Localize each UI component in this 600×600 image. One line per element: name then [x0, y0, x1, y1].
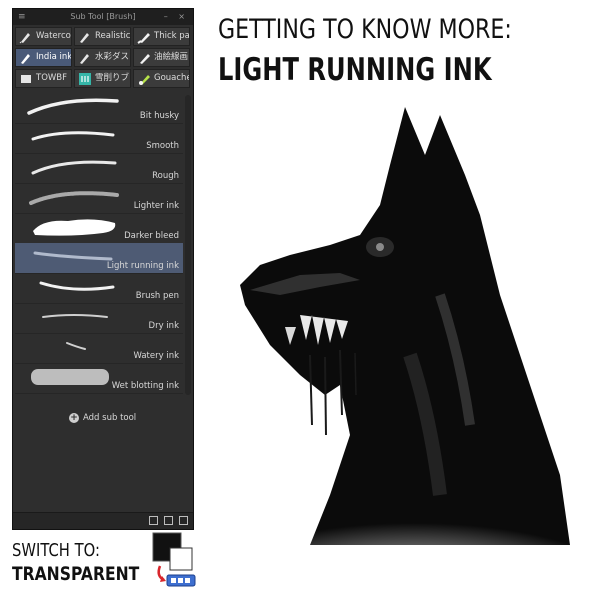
- duplicate-icon[interactable]: [164, 516, 173, 525]
- brush-item-wet-blotting-ink[interactable]: Wet blotting ink: [15, 363, 183, 394]
- pen-nib-icon: [19, 33, 30, 44]
- brush-item-watery-ink[interactable]: Watery ink: [15, 333, 183, 364]
- tab-label: Waterco: [36, 31, 71, 41]
- brush-stroke-preview: [39, 281, 115, 291]
- heading-line-1: GETTING TO KNOW MORE:: [218, 14, 512, 45]
- import-icon[interactable]: [149, 516, 158, 525]
- brush-stroke-preview: [29, 191, 119, 205]
- brush-item-darker-bleed[interactable]: Darker bleed: [15, 213, 183, 244]
- heading-line-2: LIGHT RUNNING INK: [218, 52, 492, 88]
- brush-name: Lighter ink: [133, 201, 179, 211]
- tab-snow-shave[interactable]: 雪削りブ: [74, 69, 131, 88]
- brush-item-brush-pen[interactable]: Brush pen: [15, 273, 183, 304]
- brush-name: Dry ink: [148, 321, 179, 331]
- brush-stroke-preview: [42, 314, 108, 318]
- brush-icon: [137, 33, 150, 44]
- brush-item-rough[interactable]: Rough: [15, 153, 183, 184]
- brush-stroke-preview: [31, 131, 115, 141]
- window-buttons[interactable]: – ×: [164, 9, 189, 25]
- tab-thick-paint[interactable]: Thick pa: [133, 27, 190, 46]
- tab-label: Thick pa: [154, 31, 190, 41]
- brush-item-dry-ink[interactable]: Dry ink: [15, 303, 183, 334]
- tab-label: TOWBF: [36, 73, 68, 83]
- tab-label: India ink: [36, 52, 72, 62]
- sub-tool-panel: ≡ Sub Tool [Brush] – × Waterco Realistic…: [12, 8, 194, 530]
- panel-footer: [13, 512, 193, 529]
- wolf-ink-illustration: [230, 107, 598, 595]
- brush-item-smooth[interactable]: Smooth: [15, 123, 183, 154]
- brush-stroke-preview: [31, 369, 109, 385]
- tab-label: 雪削りブ: [95, 73, 130, 83]
- tab-oil-lineart[interactable]: 油絵線画: [133, 48, 190, 67]
- add-sub-tool-button[interactable]: + Add sub tool: [69, 413, 136, 423]
- brush-icon: [140, 54, 150, 64]
- panel-menu-icon[interactable]: ≡: [18, 9, 26, 25]
- pen-nib-icon: [21, 54, 30, 64]
- brush-item-bit-husky[interactable]: Bit husky: [15, 93, 183, 124]
- sub-color-swatch[interactable]: [169, 547, 193, 571]
- brush-name: Darker bleed: [124, 231, 179, 241]
- brush-stroke-preview: [27, 98, 119, 115]
- tab-label: 油絵線画: [154, 52, 189, 62]
- panel-titlebar[interactable]: ≡ Sub Tool [Brush] – ×: [13, 9, 193, 25]
- tab-towbf[interactable]: TOWBF: [15, 69, 72, 88]
- tab-watercolor[interactable]: Waterco: [15, 27, 72, 46]
- brush-name: Watery ink: [133, 351, 179, 361]
- tab-gouache[interactable]: Gouache: [133, 69, 190, 88]
- brush-name: Wet blotting ink: [111, 381, 179, 391]
- brush-name: Smooth: [146, 141, 179, 151]
- panel-title: Sub Tool [Brush]: [70, 12, 136, 21]
- teal-square-icon: [79, 73, 91, 85]
- brush-list-scrollbar[interactable]: [185, 95, 191, 395]
- tab-india-ink[interactable]: India ink: [15, 48, 72, 67]
- brush-item-light-running-ink[interactable]: Light running ink: [15, 243, 183, 274]
- color-swatch-widget[interactable]: [152, 532, 198, 588]
- switch-label-line-2: TRANSPARENT: [12, 563, 140, 585]
- brush-stroke-preview: [33, 219, 116, 236]
- add-sub-tool-label: Add sub tool: [83, 413, 137, 423]
- brush-name: Rough: [152, 171, 179, 181]
- gouache-brush-icon: [139, 75, 150, 85]
- brush-name: Brush pen: [135, 291, 179, 301]
- tab-label: 水彩ダス: [95, 52, 130, 62]
- brush-stroke-preview: [31, 160, 117, 175]
- switch-label-line-1: SWITCH TO:: [12, 540, 100, 561]
- tab-realistic[interactable]: Realistic: [74, 27, 131, 46]
- brush-name: Light running ink: [106, 261, 179, 271]
- pen-nib-icon: [80, 54, 89, 64]
- plus-icon: +: [69, 413, 79, 423]
- trash-icon[interactable]: [179, 516, 188, 525]
- brush-stroke-preview: [66, 342, 86, 350]
- bold-brush-icon: [21, 75, 31, 83]
- tab-label: Gouache: [154, 73, 190, 83]
- brush-item-lighter-ink[interactable]: Lighter ink: [15, 183, 183, 214]
- tab-label: Realistic: [95, 31, 131, 41]
- pen-nib-icon: [80, 33, 89, 43]
- tab-watercolor-jp[interactable]: 水彩ダス: [74, 48, 131, 67]
- brush-name: Bit husky: [139, 111, 179, 121]
